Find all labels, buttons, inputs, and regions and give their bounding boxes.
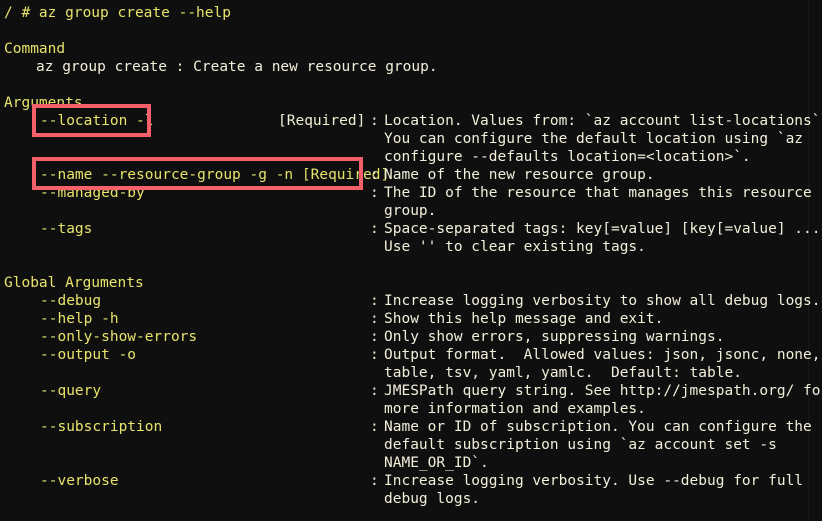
argument-desc-managed-by-l2: group. — [384, 203, 437, 219]
global-argument-desc-verbose-l2: debug logs. — [384, 491, 481, 507]
argument-desc-location-l3: configure --defaults location=<location>… — [384, 149, 751, 165]
terminal-screen[interactable]: / # az group create --help Command az gr… — [4, 4, 822, 517]
shell-prompt-line: / # az group create --help — [4, 5, 231, 21]
argument-name-tags[interactable]: --tags — [40, 220, 92, 238]
argument-name-location[interactable]: --location -l — [40, 112, 154, 130]
argument-desc-tags-l1: Space-separated tags: key[=value] [key[=… — [384, 221, 822, 237]
global-argument-desc-query-l2: more information and examples. — [384, 401, 646, 417]
global-argument-name-verbose[interactable]: --verbose — [40, 472, 119, 490]
global-argument-desc-output-l1: Output format. Allowed values: json, jso… — [384, 347, 821, 363]
section-heading-global-arguments: Global Arguments — [4, 275, 144, 291]
global-argument-name-output[interactable]: --output -o — [40, 346, 136, 364]
argument-required-badge-location: [Required] — [278, 113, 366, 129]
terminal-window: / # az group create --help Command az gr… — [0, 0, 822, 521]
global-argument-name-debug[interactable]: --debug — [40, 292, 101, 310]
global-argument-desc-query-l1: JMESPath query string. See http://jmespa… — [384, 383, 822, 399]
argument-colon-tags: : — [370, 221, 379, 237]
argument-desc-location-l2: You can configure the default location u… — [384, 131, 804, 147]
global-argument-name-only-show-errors[interactable]: --only-show-errors — [40, 328, 197, 346]
argument-colon-managed-by: : — [370, 185, 379, 201]
global-argument-desc-verbose-l1: Increase logging verbosity. Use --debug … — [384, 473, 804, 489]
global-argument-colon-verbose: : — [370, 473, 379, 489]
global-argument-colon-query: : — [370, 383, 379, 399]
global-argument-desc-subscription-l2: default subscription using `az account s… — [384, 437, 777, 453]
argument-desc-managed-by-l1: The ID of the resource that manages this… — [384, 185, 812, 201]
global-argument-desc-help-l1: Show this help message and exit. — [384, 311, 664, 327]
global-argument-colon-subscription: : — [370, 419, 379, 435]
argument-colon-name: : — [370, 167, 379, 183]
global-argument-colon-debug: : — [370, 293, 379, 309]
global-argument-colon-help: : — [370, 311, 379, 327]
argument-name-managed-by[interactable]: --managed-by — [40, 184, 145, 202]
section-heading-arguments: Arguments — [4, 95, 83, 111]
global-argument-desc-subscription-l3: NAME_OR_ID`. — [384, 455, 489, 471]
global-argument-desc-debug-l1: Increase logging verbosity to show all d… — [384, 293, 821, 309]
global-argument-name-subscription[interactable]: --subscription — [40, 418, 162, 436]
argument-desc-tags-l2: Use '' to clear existing tags. — [384, 239, 646, 255]
global-argument-name-help[interactable]: --help -h — [40, 310, 119, 328]
argument-desc-name-l1: Name of the new resource group. — [384, 167, 655, 183]
global-argument-colon-output: : — [370, 347, 379, 363]
section-heading-command: Command — [4, 41, 66, 57]
argument-colon-location: : — [370, 113, 379, 129]
command-summary: az group create : Create a new resource … — [36, 59, 438, 75]
global-argument-name-query[interactable]: --query — [40, 382, 101, 400]
argument-desc-location-l1: Location. Values from: `az account list-… — [384, 113, 822, 129]
global-argument-desc-only-show-errors-l1: Only show errors, suppressing warnings. — [384, 329, 725, 345]
global-argument-colon-only-show-errors: : — [370, 329, 379, 345]
global-argument-desc-output-l2: table, tsv, yaml, yamlc. Default: table. — [384, 365, 742, 381]
global-argument-desc-subscription-l1: Name or ID of subscription. You can conf… — [384, 419, 812, 435]
argument-name-resource-group[interactable]: --name --resource-group -g -n [Required] — [40, 166, 389, 184]
